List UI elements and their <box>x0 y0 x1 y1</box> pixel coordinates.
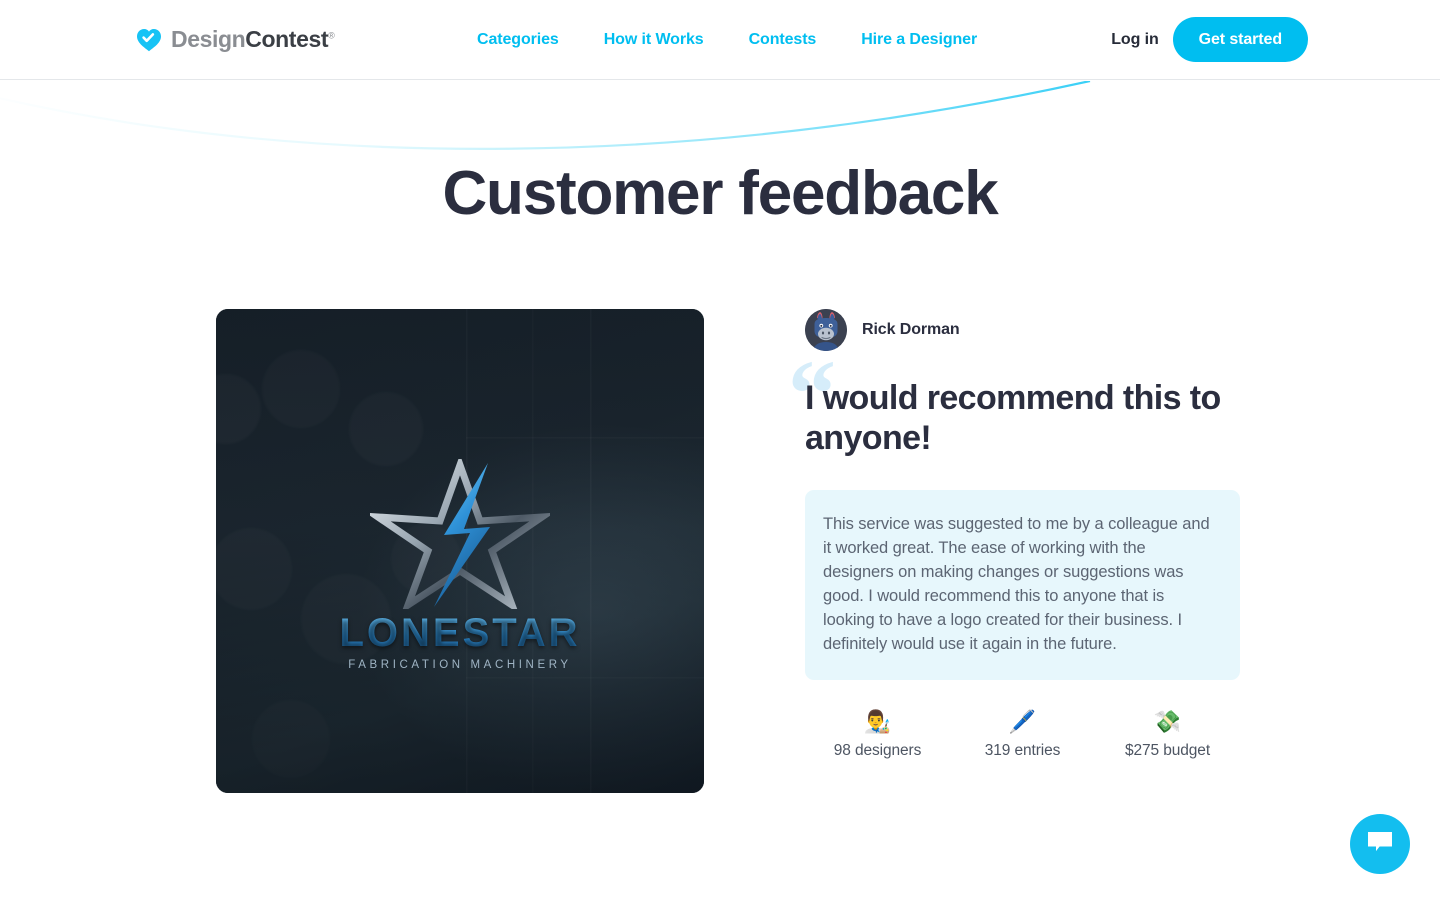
stat-designers: 👨‍🎨 98 designers <box>805 710 950 760</box>
logo-tagline-text: FABRICATION MACHINERY <box>348 659 572 671</box>
star-bolt-icon <box>216 459 704 609</box>
stat-designers-label: 98 designers <box>833 742 922 759</box>
artist-emoji: 👨‍🎨 <box>863 710 892 735</box>
brand-text-dark: Contest <box>245 26 329 52</box>
heart-check-icon <box>136 28 162 52</box>
contest-logo-preview-card[interactable]: LONESTAR FABRICATION MACHINERY <box>216 309 704 793</box>
main-navigation: Categories How it Works Contests Hire a … <box>477 31 977 49</box>
testimonial-headline: I would recommend this to anyone! <box>805 379 1221 457</box>
testimonial-body-text: This service was suggested to me by a co… <box>805 490 1240 680</box>
chat-bubble-icon <box>1366 830 1394 859</box>
testimonial-author-row: Rick Dorman <box>805 309 1240 351</box>
feedback-section: LONESTAR FABRICATION MACHINERY Rick Dorm… <box>216 309 1240 799</box>
stat-entries-label: 319 entries <box>984 742 1061 759</box>
pen-emoji: 🖊️ <box>1008 710 1037 735</box>
stat-entries: 🖊️ 319 entries <box>950 710 1095 760</box>
brand-logo[interactable]: DesignContest® <box>136 26 335 53</box>
chat-widget-button[interactable] <box>1350 814 1410 874</box>
nav-item-categories[interactable]: Categories <box>477 31 559 49</box>
contest-stats: 👨‍🎨 98 designers 🖊️ 319 entries 💸 $275 b… <box>805 710 1240 760</box>
brand-text-light: Design <box>171 26 246 52</box>
registered-mark: ® <box>328 30 335 41</box>
page-title: Customer feedback <box>442 159 998 228</box>
get-started-button[interactable]: Get started <box>1172 17 1308 62</box>
brand-wordmark: DesignContest® <box>171 26 335 53</box>
testimonial-headline-wrap: “ I would recommend this to anyone! <box>788 346 1240 458</box>
stat-budget: 💸 $275 budget <box>1095 710 1240 760</box>
nav-item-hire-a-designer[interactable]: Hire a Designer <box>861 31 977 49</box>
testimonial-author-name: Rick Dorman <box>862 321 960 338</box>
nav-item-how-it-works[interactable]: How it Works <box>604 31 704 49</box>
stat-budget-label: $275 budget <box>1124 742 1211 759</box>
testimonial-column: Rick Dorman “ I would recommend this to … <box>788 309 1240 760</box>
header-actions: Log in Get started <box>1111 17 1308 62</box>
login-link[interactable]: Log in <box>1111 31 1158 49</box>
money-with-wings-emoji: 💸 <box>1153 710 1182 735</box>
site-header: DesignContest® Categories How it Works C… <box>0 0 1440 80</box>
logo-name-text: LONESTAR <box>216 611 704 656</box>
nav-item-contests[interactable]: Contests <box>749 31 817 49</box>
lonestar-logo-artwork: LONESTAR FABRICATION MACHINERY <box>216 459 704 671</box>
